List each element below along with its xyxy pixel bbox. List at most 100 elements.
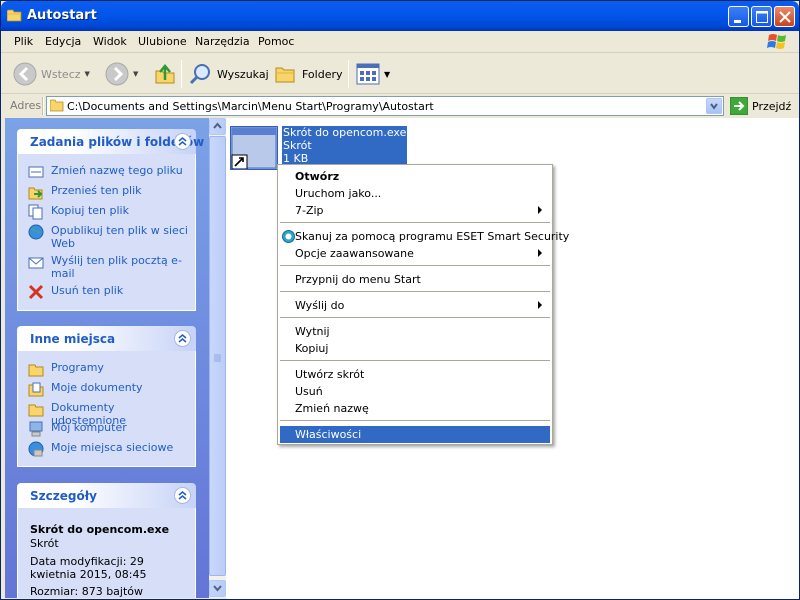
menu-label: Opcje zaawansowane bbox=[295, 247, 414, 260]
menu-label: Kopiuj bbox=[295, 342, 329, 355]
other-places-box: Programy Moje dokumenty Dokumenty udostę… bbox=[17, 351, 196, 467]
menu-help[interactable]: Pomoc bbox=[258, 35, 294, 48]
folders-button[interactable]: Foldery bbox=[274, 60, 343, 88]
menu-pin-start[interactable]: Przypnij do menu Start bbox=[280, 271, 550, 288]
task-label: Zmień nazwę tego pliku bbox=[51, 164, 183, 177]
task-publish-web[interactable]: Opublikuj ten plik w sieci Web bbox=[28, 224, 188, 250]
up-folder-button[interactable] bbox=[154, 60, 176, 88]
menu-favorites[interactable]: Ulubione bbox=[138, 35, 187, 48]
go-arrow-icon bbox=[730, 97, 748, 115]
collapse-button[interactable] bbox=[174, 330, 191, 347]
maximize-icon bbox=[756, 11, 768, 23]
forward-button[interactable]: ▼ bbox=[105, 60, 138, 88]
back-label: Wstecz bbox=[41, 67, 81, 81]
task-label: Opublikuj ten plik w sieci Web bbox=[51, 224, 188, 250]
menu-7zip[interactable]: 7-Zip bbox=[280, 202, 550, 219]
chevron-up-icon bbox=[178, 491, 187, 500]
menu-view[interactable]: Widok bbox=[93, 35, 127, 48]
minimize-button[interactable] bbox=[728, 6, 749, 27]
task-copy-file[interactable]: Kopiuj ten plik bbox=[28, 204, 188, 220]
folder-icon bbox=[50, 99, 64, 112]
rename-icon bbox=[28, 166, 44, 178]
file-tasks-box: Zmień nazwę tego pliku Przenieś ten plik… bbox=[17, 154, 196, 311]
scroll-down-button[interactable] bbox=[209, 580, 226, 597]
file-name: Skrót do opencom.exe bbox=[283, 126, 407, 139]
address-dropdown-button[interactable] bbox=[706, 98, 722, 114]
menu-edit[interactable]: Edycja bbox=[45, 35, 81, 48]
title-bar[interactable]: Autostart bbox=[1, 1, 799, 31]
menu-tools[interactable]: Narzędzia bbox=[195, 35, 250, 48]
folder-icon bbox=[28, 364, 44, 377]
file-tasks-header[interactable]: Zadania plików i folderów bbox=[17, 129, 204, 154]
menu-eset-scan[interactable]: Skanuj za pomocą programu ESET Smart Sec… bbox=[280, 228, 569, 245]
task-label: Wyślij ten plik pocztą e-mail bbox=[51, 254, 182, 280]
place-label: Moje miejsca sieciowe bbox=[51, 441, 174, 454]
up-folder-icon bbox=[155, 64, 175, 84]
toolbar-separator bbox=[181, 60, 182, 88]
task-rename-file[interactable]: Zmień nazwę tego pliku bbox=[28, 164, 188, 180]
collapse-button[interactable] bbox=[174, 133, 191, 150]
close-button[interactable] bbox=[774, 6, 795, 27]
place-network[interactable]: Moje miejsca sieciowe bbox=[28, 441, 188, 457]
place-programs[interactable]: Programy bbox=[28, 361, 188, 377]
application-window-icon bbox=[231, 127, 277, 170]
task-pane-scrollbar[interactable] bbox=[209, 118, 226, 598]
place-my-computer[interactable]: Mój komputer bbox=[28, 421, 188, 437]
scroll-thumb[interactable] bbox=[209, 136, 226, 576]
menu-advanced-options[interactable]: Opcje zaawansowane bbox=[280, 245, 550, 262]
menu-delete[interactable]: Usuń bbox=[280, 383, 550, 400]
address-input[interactable]: C:\Documents and Settings\Marcin\Menu St… bbox=[46, 96, 724, 116]
file-label[interactable]: Skrót do opencom.exe Skrót 1 KB bbox=[282, 126, 408, 165]
menu-label: Przypnij do menu Start bbox=[295, 273, 421, 286]
menu-bar: Plik Edycja Widok Ulubione Narzędzia Pom… bbox=[1, 31, 799, 53]
menu-label: Skanuj za pomocą programu ESET Smart Sec… bbox=[295, 230, 570, 243]
task-move-file[interactable]: Przenieś ten plik bbox=[28, 184, 188, 200]
collapse-button[interactable] bbox=[174, 487, 191, 504]
back-dropdown-icon[interactable]: ▼ bbox=[85, 70, 90, 78]
menu-open[interactable]: Otwórz bbox=[280, 168, 550, 185]
task-label: Kopiuj ten plik bbox=[51, 204, 129, 217]
explorer-window: Autostart Plik Edycja Widok Ulubione Nar… bbox=[0, 0, 800, 600]
views-button[interactable]: ▼ bbox=[356, 60, 390, 88]
folder-icon bbox=[7, 9, 22, 22]
place-label: Mój komputer bbox=[51, 421, 127, 434]
menu-rename[interactable]: Zmień nazwę bbox=[280, 400, 550, 417]
submenu-arrow-icon bbox=[538, 249, 542, 257]
place-my-documents[interactable]: Moje dokumenty bbox=[28, 381, 188, 397]
search-icon bbox=[189, 64, 210, 85]
task-delete-file[interactable]: Usuń ten plik bbox=[28, 284, 188, 300]
scroll-up-button[interactable] bbox=[209, 118, 226, 135]
views-dropdown-icon[interactable]: ▼ bbox=[384, 70, 390, 79]
menu-create-shortcut[interactable]: Utwórz skrót bbox=[280, 366, 550, 383]
go-button[interactable]: Przejdź bbox=[730, 97, 791, 115]
chevron-up-icon bbox=[213, 122, 222, 129]
menu-label: Uruchom jako... bbox=[295, 187, 382, 200]
maximize-button[interactable] bbox=[751, 6, 772, 27]
place-label: Moje dokumenty bbox=[51, 381, 143, 394]
details-file-name: Skrót do opencom.exe bbox=[30, 523, 170, 536]
folders-label: Foldery bbox=[302, 67, 343, 81]
shortcut-file-icon[interactable] bbox=[230, 126, 278, 170]
chevron-up-icon bbox=[178, 137, 187, 146]
file-type: Skrót bbox=[283, 139, 312, 152]
menu-run-as[interactable]: Uruchom jako... bbox=[280, 185, 550, 202]
menu-file[interactable]: Plik bbox=[14, 35, 33, 48]
search-button[interactable]: Wyszukaj bbox=[189, 60, 269, 88]
menu-cut[interactable]: Wytnij bbox=[280, 323, 550, 340]
details-header[interactable]: Szczegóły bbox=[17, 483, 196, 508]
forward-dropdown-icon[interactable]: ▼ bbox=[133, 70, 138, 78]
menu-copy[interactable]: Kopiuj bbox=[280, 340, 550, 357]
back-button[interactable]: Wstecz ▼ bbox=[13, 60, 90, 88]
toolbar-separator bbox=[348, 60, 349, 88]
task-pane: Zadania plików i folderów Zmień nazwę te… bbox=[5, 118, 209, 598]
copy-icon bbox=[28, 204, 43, 220]
menu-properties[interactable]: Właściwości bbox=[280, 426, 550, 443]
window-title: Autostart bbox=[27, 8, 97, 23]
address-bar: Adres C:\Documents and Settings\Marcin\M… bbox=[1, 95, 799, 117]
shared-folder-icon bbox=[28, 404, 44, 417]
task-email-file[interactable]: Wyślij ten plik pocztą e-mail bbox=[28, 254, 188, 280]
other-places-header[interactable]: Inne miejsca bbox=[17, 326, 196, 351]
menu-send-to[interactable]: Wyślij do bbox=[280, 297, 550, 314]
menu-label: Właściwości bbox=[295, 428, 362, 441]
forward-arrow-icon bbox=[105, 62, 129, 86]
